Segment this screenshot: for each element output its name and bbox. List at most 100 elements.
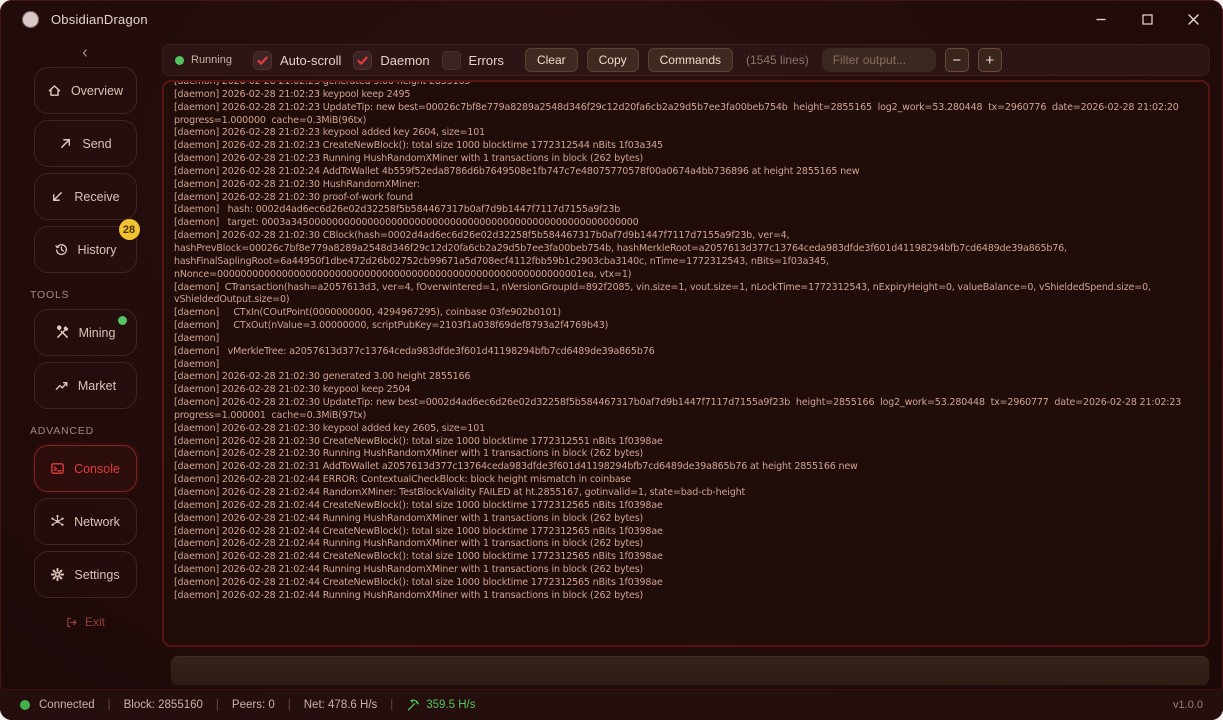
peers-label: Peers: 0 (232, 699, 275, 711)
local-hashrate-label: 359.5 H/s (426, 699, 475, 711)
log-line: [daemon] 2026-02-28 21:02:44 CreateNewBl… (174, 500, 1198, 513)
titlebar: ObsidianDragon (0, 0, 1223, 38)
sidebar-item-label: History (78, 243, 117, 257)
daemon-checkbox-box[interactable] (353, 51, 372, 70)
sidebar-item-label: Send (82, 137, 111, 151)
console-log: [daemon] 2026-02-28 21:02:23 generated 3… (174, 80, 1198, 603)
history-count-badge: 28 (119, 219, 140, 240)
log-line: [daemon] 2026-02-28 21:02:44 Running Hus… (174, 564, 1198, 577)
commands-button[interactable]: Commands (648, 48, 733, 72)
log-line: [daemon] 2026-02-28 21:02:30 proof-of-wo… (174, 192, 1198, 205)
maximize-button[interactable] (1139, 11, 1155, 27)
sidebar-collapse-button[interactable] (20, 48, 150, 62)
block-height-label: Block: 2855160 (124, 699, 203, 711)
sidebar-item-label: Overview (71, 84, 123, 98)
sidebar-item-label: Settings (74, 568, 119, 582)
separator: | (216, 699, 219, 711)
log-line: [daemon] 2026-02-28 21:02:44 Running Hus… (174, 590, 1198, 603)
log-line: [daemon] 2026-02-28 21:02:30 Running Hus… (174, 448, 1198, 461)
sidebar-item-network[interactable]: Network (34, 498, 137, 545)
clear-button[interactable]: Clear (525, 48, 578, 72)
send-icon (58, 136, 73, 151)
sidebar-item-send[interactable]: Send (34, 120, 137, 167)
command-input-wrap (170, 655, 1210, 686)
local-hashrate: 359.5 H/s (406, 698, 475, 712)
log-line: [daemon] 2026-02-28 21:02:30 keypool kee… (174, 384, 1198, 397)
sidebar: Overview Send Receive History28 TOOLS Mining M… (20, 44, 150, 648)
log-line: [daemon] 2026-02-28 21:02:24 AddToWallet… (174, 166, 1198, 179)
log-line: [daemon] 2026-02-28 21:02:44 Running Hus… (174, 538, 1198, 551)
sidebar-item-mining[interactable]: Mining (34, 309, 137, 356)
pickaxe-icon (406, 698, 420, 712)
window-controls (1093, 11, 1201, 27)
log-line: [daemon] 2026-02-28 21:02:23 UpdateTip: … (174, 102, 1198, 128)
checkbox-errors[interactable]: Errors (442, 51, 504, 70)
connection-status-dot (20, 700, 30, 710)
log-line: [daemon] 2026-02-28 21:02:44 RandomXMine… (174, 487, 1198, 500)
sidebar-item-label: Mining (79, 326, 116, 340)
daemon-status-label: Running (191, 54, 232, 66)
command-input[interactable] (171, 656, 1209, 685)
sidebar-section-label: ADVANCED (30, 425, 150, 437)
log-line: [daemon] 2026-02-28 21:02:30 CreateNewBl… (174, 436, 1198, 449)
sidebar-item-console[interactable]: Console (34, 445, 137, 492)
sidebar-item-overview[interactable]: Overview (34, 67, 137, 114)
log-line: [daemon] vMerkleTree: a2057613d377c13764… (174, 346, 1198, 359)
sidebar-item-exit[interactable]: Exit (50, 612, 120, 632)
sidebar-item-market[interactable]: Market (34, 362, 137, 409)
log-line: [daemon] CTransaction(hash=a2057613d3, v… (174, 282, 1198, 308)
mining-icon (55, 325, 70, 340)
log-line: [daemon] 2026-02-28 21:02:30 keypool add… (174, 423, 1198, 436)
statusbar: Connected | Block: 2855160 | Peers: 0 | … (0, 689, 1223, 720)
checkbox-auto-scroll[interactable]: Auto-scroll (253, 51, 341, 70)
log-line: [daemon] CTxIn(COutPoint(0000000000, 429… (174, 307, 1198, 320)
log-line: [daemon] 2026-02-28 21:02:44 CreateNewBl… (174, 577, 1198, 590)
font-smaller-button[interactable]: − (945, 48, 969, 72)
sidebar-item-label: Network (74, 515, 120, 529)
auto-scroll-checkbox-box[interactable] (253, 51, 272, 70)
log-line: [daemon] (174, 333, 1198, 346)
market-icon (54, 378, 69, 393)
exit-icon (65, 616, 78, 629)
daemon-checkbox-label: Daemon (380, 53, 429, 68)
network-icon (50, 514, 65, 529)
minimize-button[interactable] (1093, 11, 1109, 27)
font-larger-button[interactable]: + (978, 48, 1002, 72)
console-icon (50, 461, 65, 476)
log-line: [daemon] (174, 359, 1198, 372)
separator: | (108, 699, 111, 711)
log-line: [daemon] 2026-02-28 21:02:44 Running Hus… (174, 513, 1198, 526)
exit-label: Exit (85, 615, 105, 629)
sidebar-section-label: TOOLS (30, 289, 150, 301)
sidebar-item-history[interactable]: History28 (34, 226, 137, 273)
receive-icon (50, 189, 65, 204)
separator: | (390, 699, 393, 711)
log-line: [daemon] 2026-02-28 21:02:30 UpdateTip: … (174, 397, 1198, 423)
log-line: [daemon] 2026-02-28 21:02:30 HushRandomX… (174, 179, 1198, 192)
log-line: [daemon] 2026-02-28 21:02:30 CBlock(hash… (174, 230, 1198, 281)
log-line: [daemon] 2026-02-28 21:02:23 Running Hus… (174, 153, 1198, 166)
home-icon (47, 83, 62, 98)
sidebar-item-settings[interactable]: Settings (34, 551, 137, 598)
log-line: [daemon] 2026-02-28 21:02:44 CreateNewBl… (174, 551, 1198, 564)
console-output-panel[interactable]: [daemon] 2026-02-28 21:02:23 generated 3… (162, 80, 1210, 647)
console-toolbar: Running Auto-scroll Daemon Errors Clear Cop… (162, 44, 1210, 76)
chevron-left-icon (79, 46, 91, 64)
copy-button[interactable]: Copy (587, 48, 639, 72)
sidebar-item-receive[interactable]: Receive (34, 173, 137, 220)
sidebar-item-label: Console (74, 462, 120, 476)
log-line: [daemon] 2026-02-28 21:02:23 keypool add… (174, 127, 1198, 140)
mining-active-dot (118, 316, 127, 325)
auto-scroll-checkbox-label: Auto-scroll (280, 53, 341, 68)
window-title: ObsidianDragon (51, 12, 148, 27)
filter-output-input[interactable] (822, 48, 936, 72)
log-line: [daemon] 2026-02-28 21:02:23 keypool kee… (174, 89, 1198, 102)
history-icon (54, 242, 69, 257)
errors-checkbox-box[interactable] (442, 51, 461, 70)
log-line: [daemon] target: 0003a345000000000000000… (174, 217, 1198, 230)
log-line: [daemon] 2026-02-28 21:02:30 generated 3… (174, 371, 1198, 384)
log-line: [daemon] CTxOut(nValue=3.00000000, scrip… (174, 320, 1198, 333)
checkbox-daemon[interactable]: Daemon (353, 51, 429, 70)
close-button[interactable] (1185, 11, 1201, 27)
sidebar-item-label: Receive (74, 190, 119, 204)
